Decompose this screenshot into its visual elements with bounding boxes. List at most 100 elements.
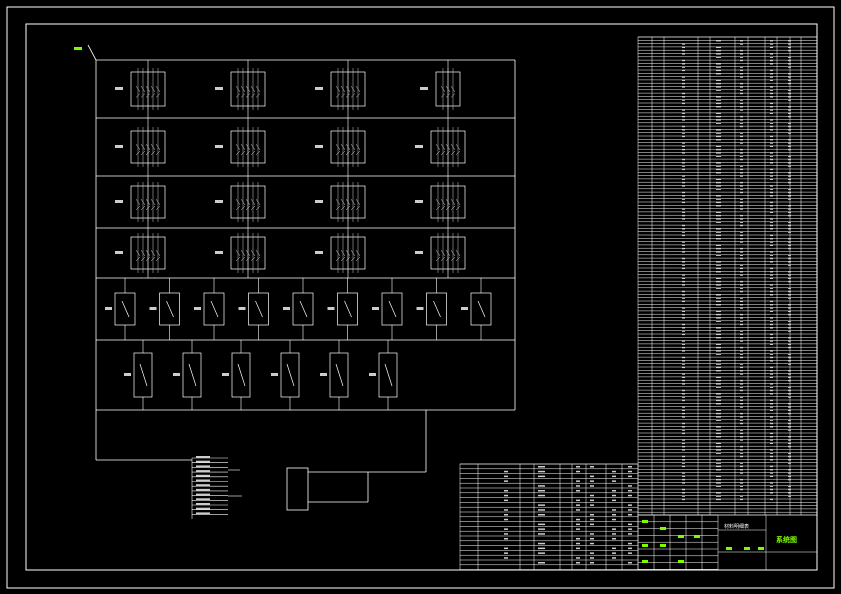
cell-glyph bbox=[538, 470, 545, 473]
cell-glyph bbox=[716, 40, 721, 42]
cell-glyph bbox=[628, 494, 632, 497]
switch-box bbox=[470, 292, 492, 326]
cell-glyph bbox=[682, 214, 685, 217]
cell-glyph bbox=[740, 221, 743, 223]
cell-glyph bbox=[682, 422, 685, 425]
cell-glyph bbox=[682, 330, 685, 332]
cell-glyph bbox=[740, 168, 743, 171]
cell-glyph bbox=[576, 523, 580, 526]
cell-glyph bbox=[682, 96, 685, 98]
cell-glyph bbox=[740, 271, 743, 273]
cell-glyph bbox=[740, 257, 743, 260]
cell-glyph bbox=[788, 238, 791, 240]
cell-glyph bbox=[682, 449, 685, 451]
cell-glyph bbox=[682, 46, 685, 48]
cell-glyph bbox=[788, 488, 791, 491]
cell-glyph bbox=[740, 340, 743, 342]
cell-glyph bbox=[682, 152, 685, 154]
cell-glyph bbox=[740, 432, 743, 435]
cell-glyph bbox=[788, 188, 791, 190]
cell-glyph bbox=[716, 185, 721, 187]
cell-glyph bbox=[716, 89, 721, 91]
cell-glyph bbox=[740, 449, 743, 451]
cell-glyph bbox=[504, 480, 508, 482]
cell-glyph bbox=[716, 99, 721, 101]
cell-glyph bbox=[628, 485, 632, 487]
cell-glyph bbox=[682, 53, 685, 55]
cell-glyph bbox=[716, 162, 721, 164]
cell-glyph bbox=[682, 363, 685, 365]
cell-glyph bbox=[770, 389, 773, 392]
cell-glyph bbox=[740, 158, 743, 161]
cell-glyph bbox=[788, 89, 791, 91]
terminal-glyph bbox=[196, 460, 210, 463]
switch-box bbox=[329, 352, 349, 398]
cad-drawing bbox=[0, 0, 841, 594]
cell-glyph bbox=[770, 96, 773, 98]
cell-glyph bbox=[576, 509, 580, 511]
cell-glyph bbox=[740, 429, 743, 431]
cell-glyph bbox=[788, 172, 791, 174]
cell-glyph bbox=[770, 277, 773, 279]
cell-glyph bbox=[740, 125, 743, 128]
cell-glyph bbox=[740, 188, 743, 190]
cell-glyph bbox=[740, 155, 743, 157]
cell-glyph bbox=[770, 195, 773, 197]
tag-glyph bbox=[369, 373, 376, 376]
cell-glyph bbox=[770, 142, 773, 144]
cell-glyph bbox=[770, 178, 773, 180]
cell-glyph bbox=[504, 533, 508, 535]
cell-glyph bbox=[740, 436, 743, 438]
cell-glyph bbox=[740, 274, 743, 276]
cell-glyph bbox=[740, 175, 743, 177]
cell-glyph bbox=[682, 393, 685, 395]
tag-glyph bbox=[415, 251, 423, 254]
cell-glyph bbox=[716, 211, 721, 213]
cell-glyph bbox=[788, 109, 791, 111]
cell-glyph bbox=[770, 307, 773, 309]
title-mark bbox=[660, 544, 666, 547]
cell-glyph bbox=[716, 445, 721, 448]
terminal-glyph bbox=[196, 493, 210, 496]
cell-glyph bbox=[788, 343, 791, 345]
tag-glyph bbox=[415, 145, 423, 148]
cell-glyph bbox=[716, 214, 721, 217]
cell-glyph bbox=[740, 132, 743, 134]
cell-glyph bbox=[716, 495, 721, 497]
cell-glyph bbox=[740, 350, 743, 352]
cell-glyph bbox=[740, 379, 743, 382]
cell-glyph bbox=[504, 499, 508, 502]
cell-glyph bbox=[716, 201, 721, 204]
cell-glyph bbox=[538, 523, 545, 526]
cell-glyph bbox=[770, 333, 773, 336]
cell-glyph bbox=[770, 73, 773, 75]
cell-glyph bbox=[788, 79, 791, 81]
switch-box bbox=[292, 292, 314, 326]
cell-glyph bbox=[716, 399, 721, 402]
cell-glyph bbox=[788, 49, 791, 52]
cell-glyph bbox=[716, 284, 721, 286]
cell-glyph bbox=[740, 439, 743, 441]
cell-glyph bbox=[740, 69, 743, 72]
cell-glyph bbox=[682, 135, 685, 138]
title-mark bbox=[660, 527, 666, 530]
drawing-title: 系统图 bbox=[776, 536, 797, 544]
cell-glyph bbox=[788, 162, 791, 164]
switch-box bbox=[231, 352, 251, 398]
cell-glyph bbox=[682, 185, 685, 187]
tag-glyph bbox=[215, 87, 223, 90]
cell-glyph bbox=[788, 244, 791, 246]
cell-glyph bbox=[716, 353, 721, 355]
cell-glyph bbox=[716, 485, 721, 487]
switch-box bbox=[378, 352, 398, 398]
cell-glyph bbox=[612, 547, 616, 550]
cell-glyph bbox=[612, 490, 616, 492]
cell-glyph bbox=[590, 518, 594, 521]
cell-glyph bbox=[504, 528, 508, 530]
cell-glyph bbox=[740, 284, 743, 286]
cell-glyph bbox=[740, 135, 743, 138]
tag-glyph bbox=[271, 373, 278, 376]
cell-glyph bbox=[770, 290, 773, 293]
cell-glyph bbox=[682, 79, 685, 81]
cell-glyph bbox=[770, 241, 773, 243]
